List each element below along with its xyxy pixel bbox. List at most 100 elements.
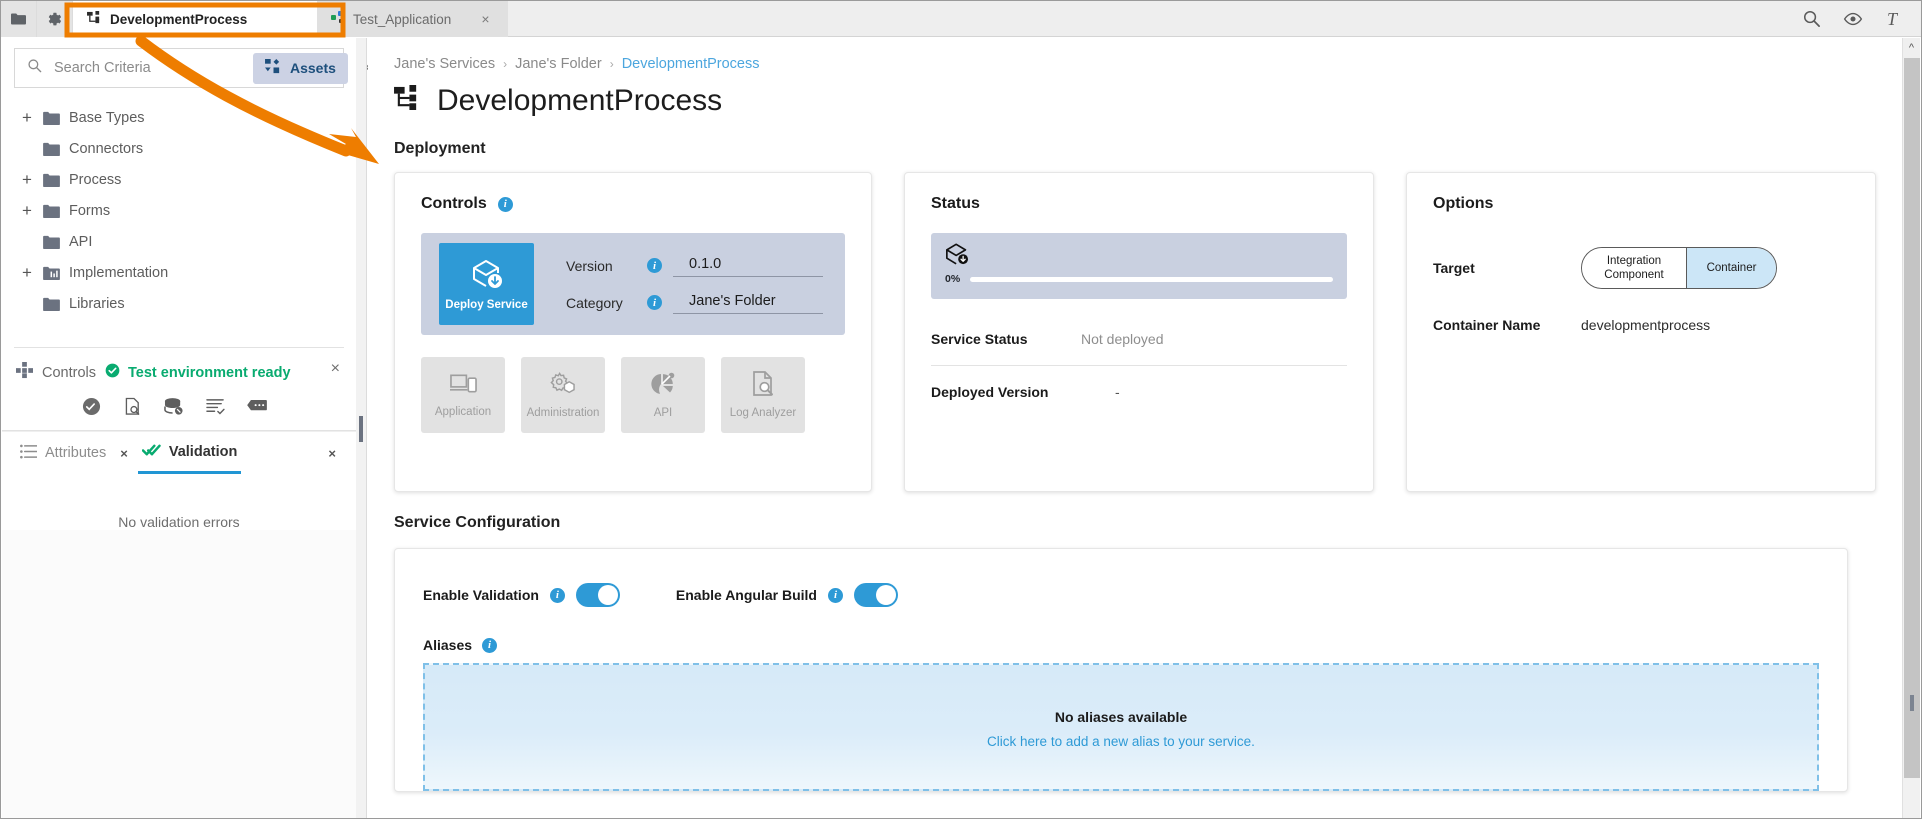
status-text: Test environment ready — [128, 364, 291, 381]
breadcrumb-item-services[interactable]: Jane's Services — [394, 56, 495, 72]
expand-icon[interactable]: + — [20, 202, 34, 219]
aliases-dropzone[interactable]: No aliases available Click here to add a… — [423, 663, 1819, 791]
controls-action-icons — [2, 383, 356, 416]
add-alias-link[interactable]: Click here to add a new alias to your se… — [987, 734, 1255, 749]
info-icon[interactable]: i — [482, 637, 498, 653]
scrollbar-thumb[interactable] — [1904, 58, 1920, 778]
target-option-container[interactable]: Container — [1686, 248, 1776, 288]
tile-administration[interactable]: Administration — [521, 357, 605, 433]
search-bar: Assets × — [14, 48, 374, 88]
tab-test-application[interactable]: Test_Application × — [317, 1, 508, 37]
enable-validation-toggle[interactable] — [575, 583, 620, 607]
tile-label: Application — [434, 405, 492, 418]
tree-item-api[interactable]: + API — [2, 226, 356, 257]
splitter-grip — [359, 415, 363, 442]
tree-item-process[interactable]: + Process — [2, 164, 356, 195]
deploy-box-icon — [470, 258, 504, 293]
assets-chip-label: Assets — [290, 60, 336, 76]
close-attributes-tab-icon[interactable]: × — [114, 446, 134, 461]
api-pie-icon — [650, 372, 676, 399]
controls-card-title: Controls i — [421, 195, 845, 213]
category-input[interactable]: Jane's Folder — [673, 291, 823, 314]
breadcrumb-item-current[interactable]: DevelopmentProcess — [622, 56, 760, 72]
tab-label: Test_Application — [353, 11, 452, 27]
folder-impl-icon — [43, 266, 60, 280]
deploy-service-label: Deploy Service — [445, 298, 528, 311]
version-input[interactable]: 0.1.0 — [673, 254, 823, 277]
breadcrumb-item-folder[interactable]: Jane's Folder — [515, 56, 602, 72]
tile-application[interactable]: Application — [421, 357, 505, 433]
document-search-icon[interactable] — [123, 397, 142, 416]
deploy-service-button[interactable]: Deploy Service — [439, 243, 534, 325]
version-label: Version — [566, 257, 613, 274]
text-icon[interactable]: T — [1885, 9, 1903, 29]
tree-item-forms[interactable]: + Forms — [2, 195, 356, 226]
info-icon[interactable]: i — [497, 196, 513, 212]
tile-label: Administration — [526, 406, 600, 419]
double-check-icon — [141, 442, 161, 462]
breadcrumb-separator-icon: › — [503, 57, 508, 71]
tab-validation[interactable]: Validation — [137, 432, 242, 474]
service-toggles: Enable Validation i Enable Angular Build… — [423, 583, 1819, 607]
info-icon[interactable]: i — [647, 258, 662, 273]
controls-card: Controls i Deploy Service Version i 0.1.… — [394, 172, 872, 492]
controls-icon — [16, 362, 33, 383]
tabbar-right-icons: T — [1802, 1, 1921, 36]
enable-angular-build-toggle[interactable] — [853, 583, 898, 607]
scroll-up-icon[interactable]: ^ — [1903, 38, 1920, 58]
expand-icon[interactable]: + — [20, 171, 34, 188]
close-icon[interactable]: × — [459, 12, 489, 26]
deployed-version-row: Deployed Version - — [931, 366, 1347, 418]
folder-icon — [43, 297, 60, 311]
info-icon[interactable]: i — [549, 587, 565, 603]
expand-icon[interactable]: + — [20, 109, 34, 126]
assets-filter-chip[interactable]: Assets — [253, 52, 348, 84]
status-card-title-text: Status — [931, 195, 980, 212]
tile-log-analyzer[interactable]: Log Analyzer — [721, 357, 805, 433]
tree-item-connectors[interactable]: + Connectors — [2, 133, 356, 164]
app-window: DevelopmentProcess Test_Application × T — [0, 0, 1922, 819]
tile-api[interactable]: API — [621, 357, 705, 433]
deploy-fields: Version i 0.1.0 Category i Jane's Folder — [566, 254, 823, 314]
target-option-integration-component[interactable]: Integration Component — [1582, 248, 1686, 288]
vertical-scrollbar[interactable]: ^ — [1902, 38, 1920, 818]
options-card-title: Options — [1433, 195, 1849, 213]
folder-icon-button[interactable] — [1, 1, 37, 37]
aliases-label-row: Aliases i — [423, 637, 1819, 653]
tree-item-label: Libraries — [69, 295, 125, 312]
info-icon[interactable]: i — [827, 587, 843, 603]
breadcrumb-separator-icon: › — [609, 57, 614, 71]
status-card: Status 0% Service Status Not deployed De… — [904, 172, 1374, 492]
message-icon[interactable] — [247, 399, 268, 414]
list-check-icon[interactable] — [206, 398, 225, 416]
controls-panel-header: Controls Test environment ready — [2, 362, 356, 383]
sidebar-splitter[interactable] — [356, 38, 367, 818]
info-icon[interactable]: i — [647, 295, 662, 310]
folder-icon — [43, 204, 60, 218]
folder-icon — [43, 173, 60, 187]
tree-item-label: Forms — [69, 202, 111, 219]
tree-item-base-types[interactable]: + Base Types — [2, 102, 356, 133]
tab-developmentprocess[interactable]: DevelopmentProcess — [73, 1, 317, 37]
tab-attributes[interactable]: Attributes — [16, 432, 110, 474]
enable-angular-build-group: Enable Angular Build i — [676, 583, 898, 607]
search-input[interactable] — [52, 59, 243, 77]
tree-item-libraries[interactable]: + Libraries — [2, 288, 356, 319]
tab-bar: DevelopmentProcess Test_Application × T — [1, 1, 1921, 37]
expand-icon[interactable]: + — [20, 264, 34, 281]
database-stop-icon[interactable] — [164, 397, 184, 416]
target-segmented-control: Integration Component Container — [1581, 247, 1777, 289]
tree-item-label: API — [69, 233, 93, 250]
progress-bar-row: 0% — [945, 273, 1333, 285]
close-validation-tab-icon[interactable]: × — [322, 446, 342, 461]
settings-gear-button[interactable] — [37, 1, 73, 37]
options-card-title-text: Options — [1433, 195, 1494, 212]
check-circle-icon[interactable] — [82, 397, 101, 416]
tab-label: DevelopmentProcess — [110, 11, 248, 27]
tree-item-implementation[interactable]: + Implementation — [2, 257, 356, 288]
folder-icon — [43, 235, 60, 249]
search-icon[interactable] — [1802, 9, 1821, 28]
eye-icon[interactable] — [1843, 12, 1863, 26]
assets-icon — [265, 58, 282, 78]
close-controls-panel-icon[interactable]: × — [331, 360, 340, 378]
